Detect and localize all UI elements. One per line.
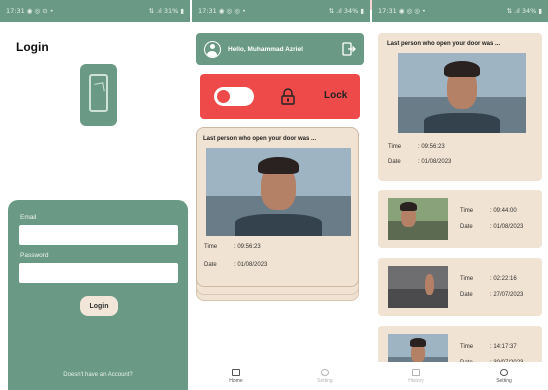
bottom-nav: Home Setting [192,362,370,390]
time-value: 14:17:37 [493,344,517,350]
date-sep: : [490,292,492,298]
history-item[interactable]: Time: 09:44:00 Date: 01/08/2023 [378,190,542,248]
time-sep: : [490,208,492,214]
history-screen: 17:31 ◉ ◎ ◎ • ⇅ .ıl 34% ▮ Last person wh… [372,0,548,390]
greeting-text: Hello, Muhammad Azriel [228,45,303,53]
date-sep: : [418,159,420,165]
nav-setting[interactable]: Setting [317,368,333,384]
lock-label: Lock [324,90,348,101]
time-label: Time [460,276,474,282]
time-sep: : [490,344,492,350]
date-value: : 01/08/2023 [234,262,268,268]
time-value: 09:56:23 [421,144,445,150]
nav-label: Setting [496,377,512,384]
nav-setting[interactable]: Setting [496,368,512,384]
time-value: : 09:56:23 [234,244,261,250]
date-label: Date [204,262,217,268]
greeting-bar: Hello, Muhammad Azriel [196,33,364,65]
avatar-icon [204,40,221,58]
time-sep: : [490,276,492,282]
page-title: Login [16,40,49,54]
status-icons: ⇅ .ıl 34% ▮ [506,7,542,15]
date-sep: : [490,224,492,230]
gear-icon [499,368,508,376]
status-time: 17:31 ◉ ◎ ⊙ • [6,7,54,15]
bottom-nav: History Setting [372,362,548,390]
status-icons: ⇅ .ıl 31% ▮ [148,7,184,15]
email-label: Email [20,214,37,221]
home-icon [231,368,240,376]
nav-label: Home [229,377,243,384]
email-field[interactable] [19,225,178,245]
date-value: 01/08/2023 [493,224,524,230]
time-value: 09:44:00 [493,208,517,214]
logout-icon[interactable] [342,42,356,56]
signup-link[interactable]: Doesn't have an Account? [8,372,188,378]
history-thumb [388,198,448,240]
password-label: Password [20,252,49,259]
phone-logo-icon [80,64,117,126]
login-button[interactable]: Login [80,296,118,316]
gear-icon [320,368,329,376]
status-bar: 17:31 ◉ ◎ ◎ • ⇅ .ıl 34% ▮ [192,0,370,22]
time-label: Time [460,208,474,214]
lock-icon [280,88,296,105]
date-value: 27/07/2023 [493,292,524,298]
nav-history[interactable]: History [408,368,424,384]
date-label: Date [460,292,473,298]
date-label: Date [460,224,473,230]
last-visitor-title: Last person who open your door was ... [203,136,317,142]
home-screen: 17:31 ◉ ◎ ◎ • ⇅ .ıl 34% ▮ Hello, Muhamma… [192,0,370,390]
time-sep: : [418,144,420,150]
visitor-photo [206,148,351,236]
date-value: 01/08/2023 [421,159,452,165]
history-item[interactable]: Time: 02:22:16 Date: 27/07/2023 [378,258,542,316]
nav-label: Setting [317,377,333,384]
time-row: Time: 02:22:16 [460,276,517,282]
time-row: Time: 14:17:37 [460,344,517,350]
login-screen: 17:31 ◉ ◎ ⊙ • ⇅ .ıl 31% ▮ Login Email Pa… [0,0,190,390]
time-label: Time [460,344,474,350]
time-row: Time: 09:44:00 [460,208,517,214]
time-value: 02:22:16 [493,276,517,282]
date-row: Date: 01/08/2023 [460,224,523,230]
history-thumb [388,266,448,308]
date-row: Date : 01/08/2023 [204,262,267,268]
nav-home[interactable]: Home [229,368,243,384]
status-time: 17:31 ◉ ◎ ◎ • [378,7,426,15]
lock-toggle[interactable] [214,87,254,106]
status-icons: ⇅ .ıl 34% ▮ [328,7,364,15]
time-label: Time [388,144,402,150]
latest-visitor-title: Last person who open your door was ... [387,41,501,47]
date-label: Date [388,159,401,165]
status-time: 17:31 ◉ ◎ ◎ • [198,7,246,15]
date-row: Date: 27/07/2023 [460,292,523,298]
status-bar: 17:31 ◉ ◎ ◎ • ⇅ .ıl 34% ▮ [372,0,548,22]
lock-control: Lock [200,74,360,119]
time-row: Time : 09:56:23 [204,244,261,250]
time-row: Time: 09:56:23 [388,144,445,150]
time-label: Time [204,244,218,250]
password-field[interactable] [19,263,178,283]
visitor-photo [398,53,526,133]
date-row: Date: 01/08/2023 [388,159,451,165]
login-form: Email Password Login Doesn't have an Acc… [8,200,188,390]
last-visitor-card[interactable]: Last person who open your door was ... T… [196,127,359,287]
latest-visitor-card[interactable]: Last person who open your door was ... T… [378,33,542,181]
status-bar: 17:31 ◉ ◎ ⊙ • ⇅ .ıl 31% ▮ [0,0,190,22]
nav-label: History [408,377,424,384]
home-icon [411,368,420,376]
